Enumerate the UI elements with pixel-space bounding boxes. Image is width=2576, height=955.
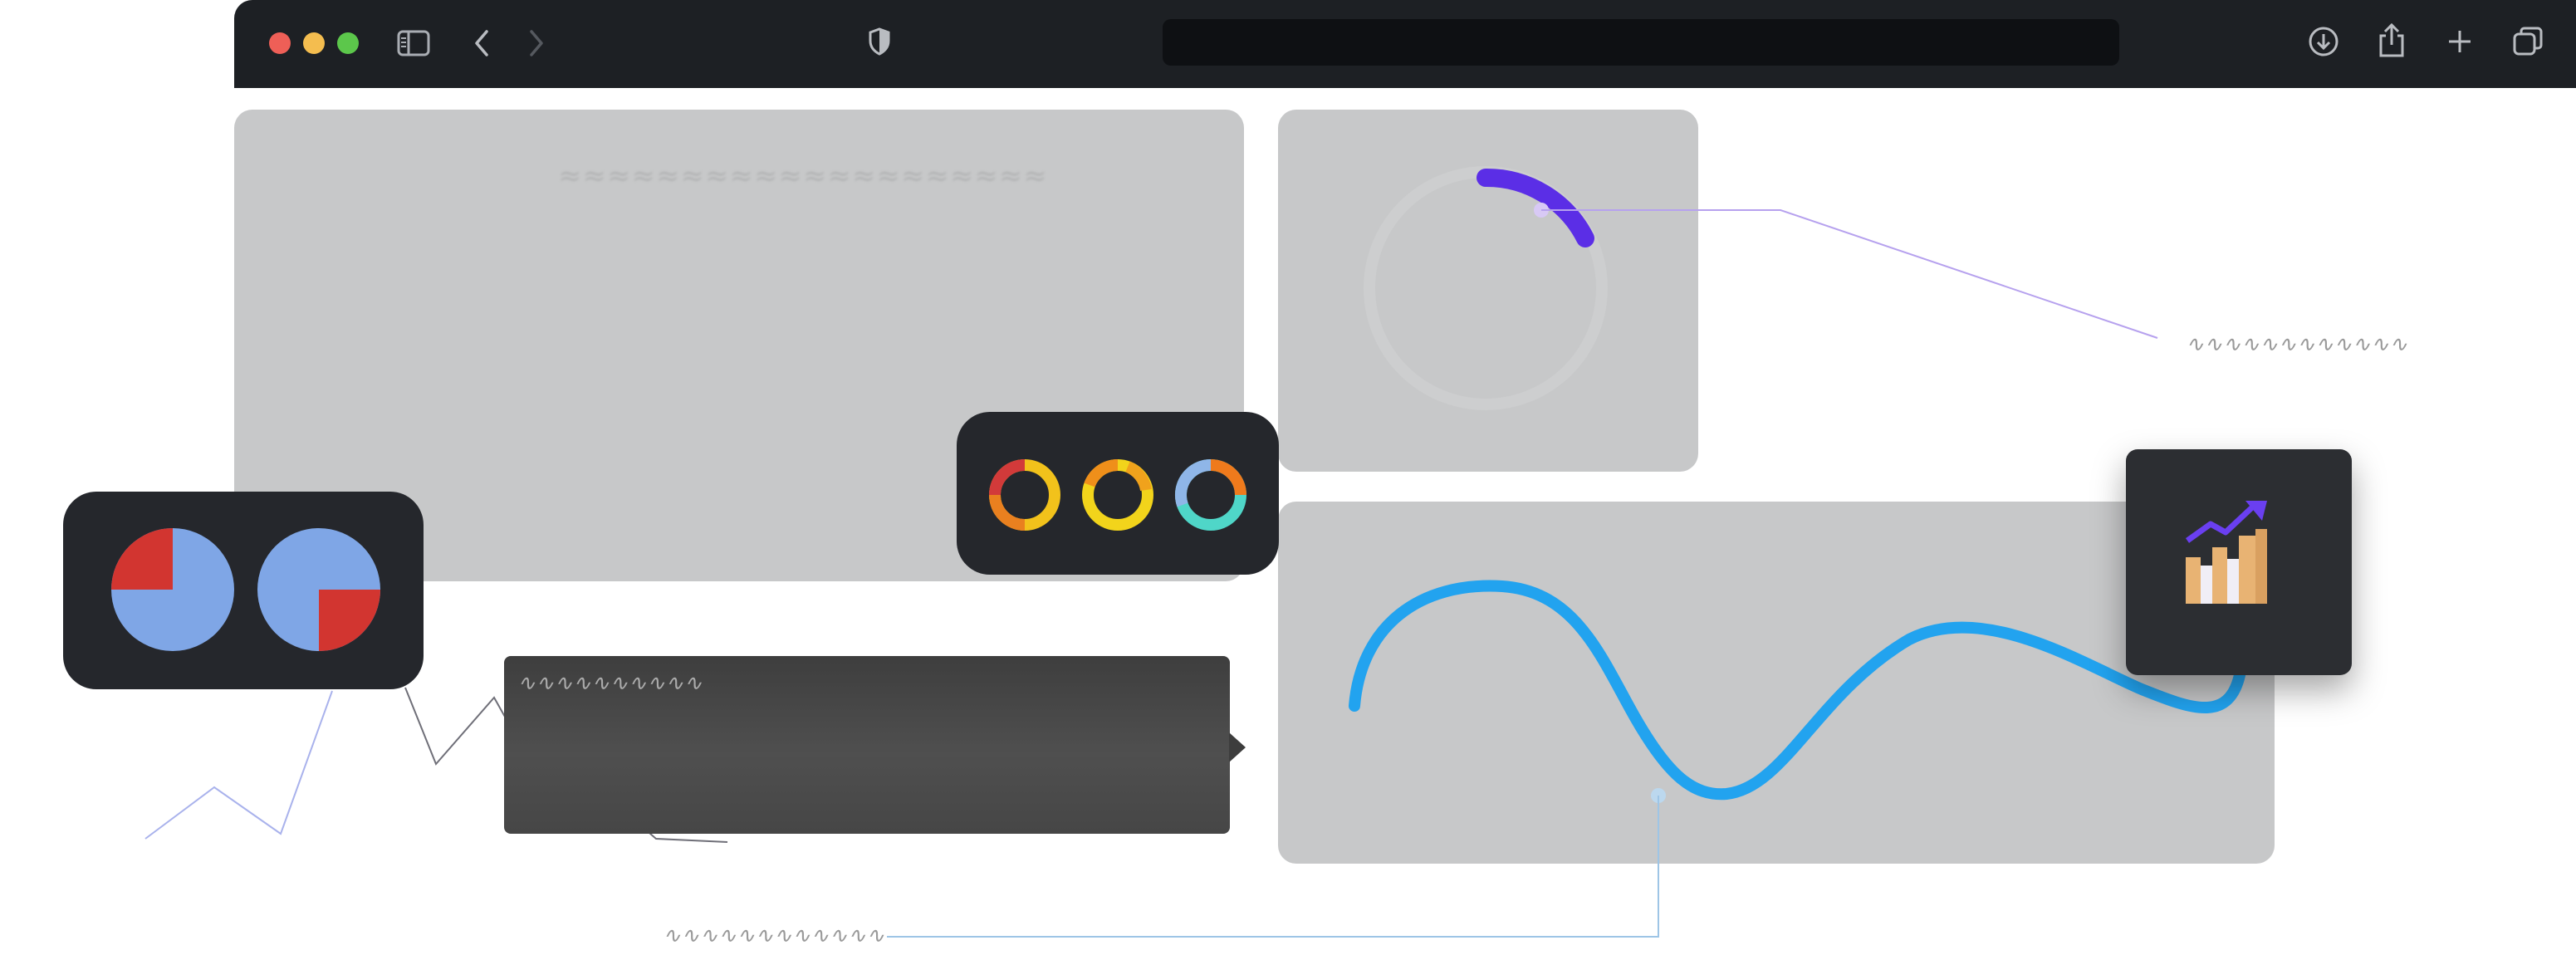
callout-scribble: ∿∿∿∿∿∿∿∿∿∿ [517, 671, 703, 696]
pie-chart-quarter-top-left-icon [111, 528, 234, 651]
ring-orange-yellow-icon [1082, 458, 1153, 531]
pie-chart-quarter-bottom-right-icon [257, 528, 380, 651]
ring-red-yellow-icon [989, 459, 1060, 531]
growth-chart-tile [2126, 449, 2352, 675]
label-scribble-bottom: ∿∿∿∿∿∿∿∿∿∿∿∿ [663, 923, 885, 948]
ring-blue-teal-icon [1175, 458, 1246, 531]
donut-rings-tile [957, 412, 1279, 575]
label-scribble-right: ∿∿∿∿∿∿∿∿∿∿∿∿ [2186, 332, 2408, 357]
bar-chart-trend-up-icon [2185, 501, 2267, 604]
pie-charts-tile [63, 492, 424, 689]
dark-callout-panel: ∿∿∿∿∿∿∿∿∿∿ [504, 656, 1230, 834]
callout-pointer [1229, 732, 1246, 762]
